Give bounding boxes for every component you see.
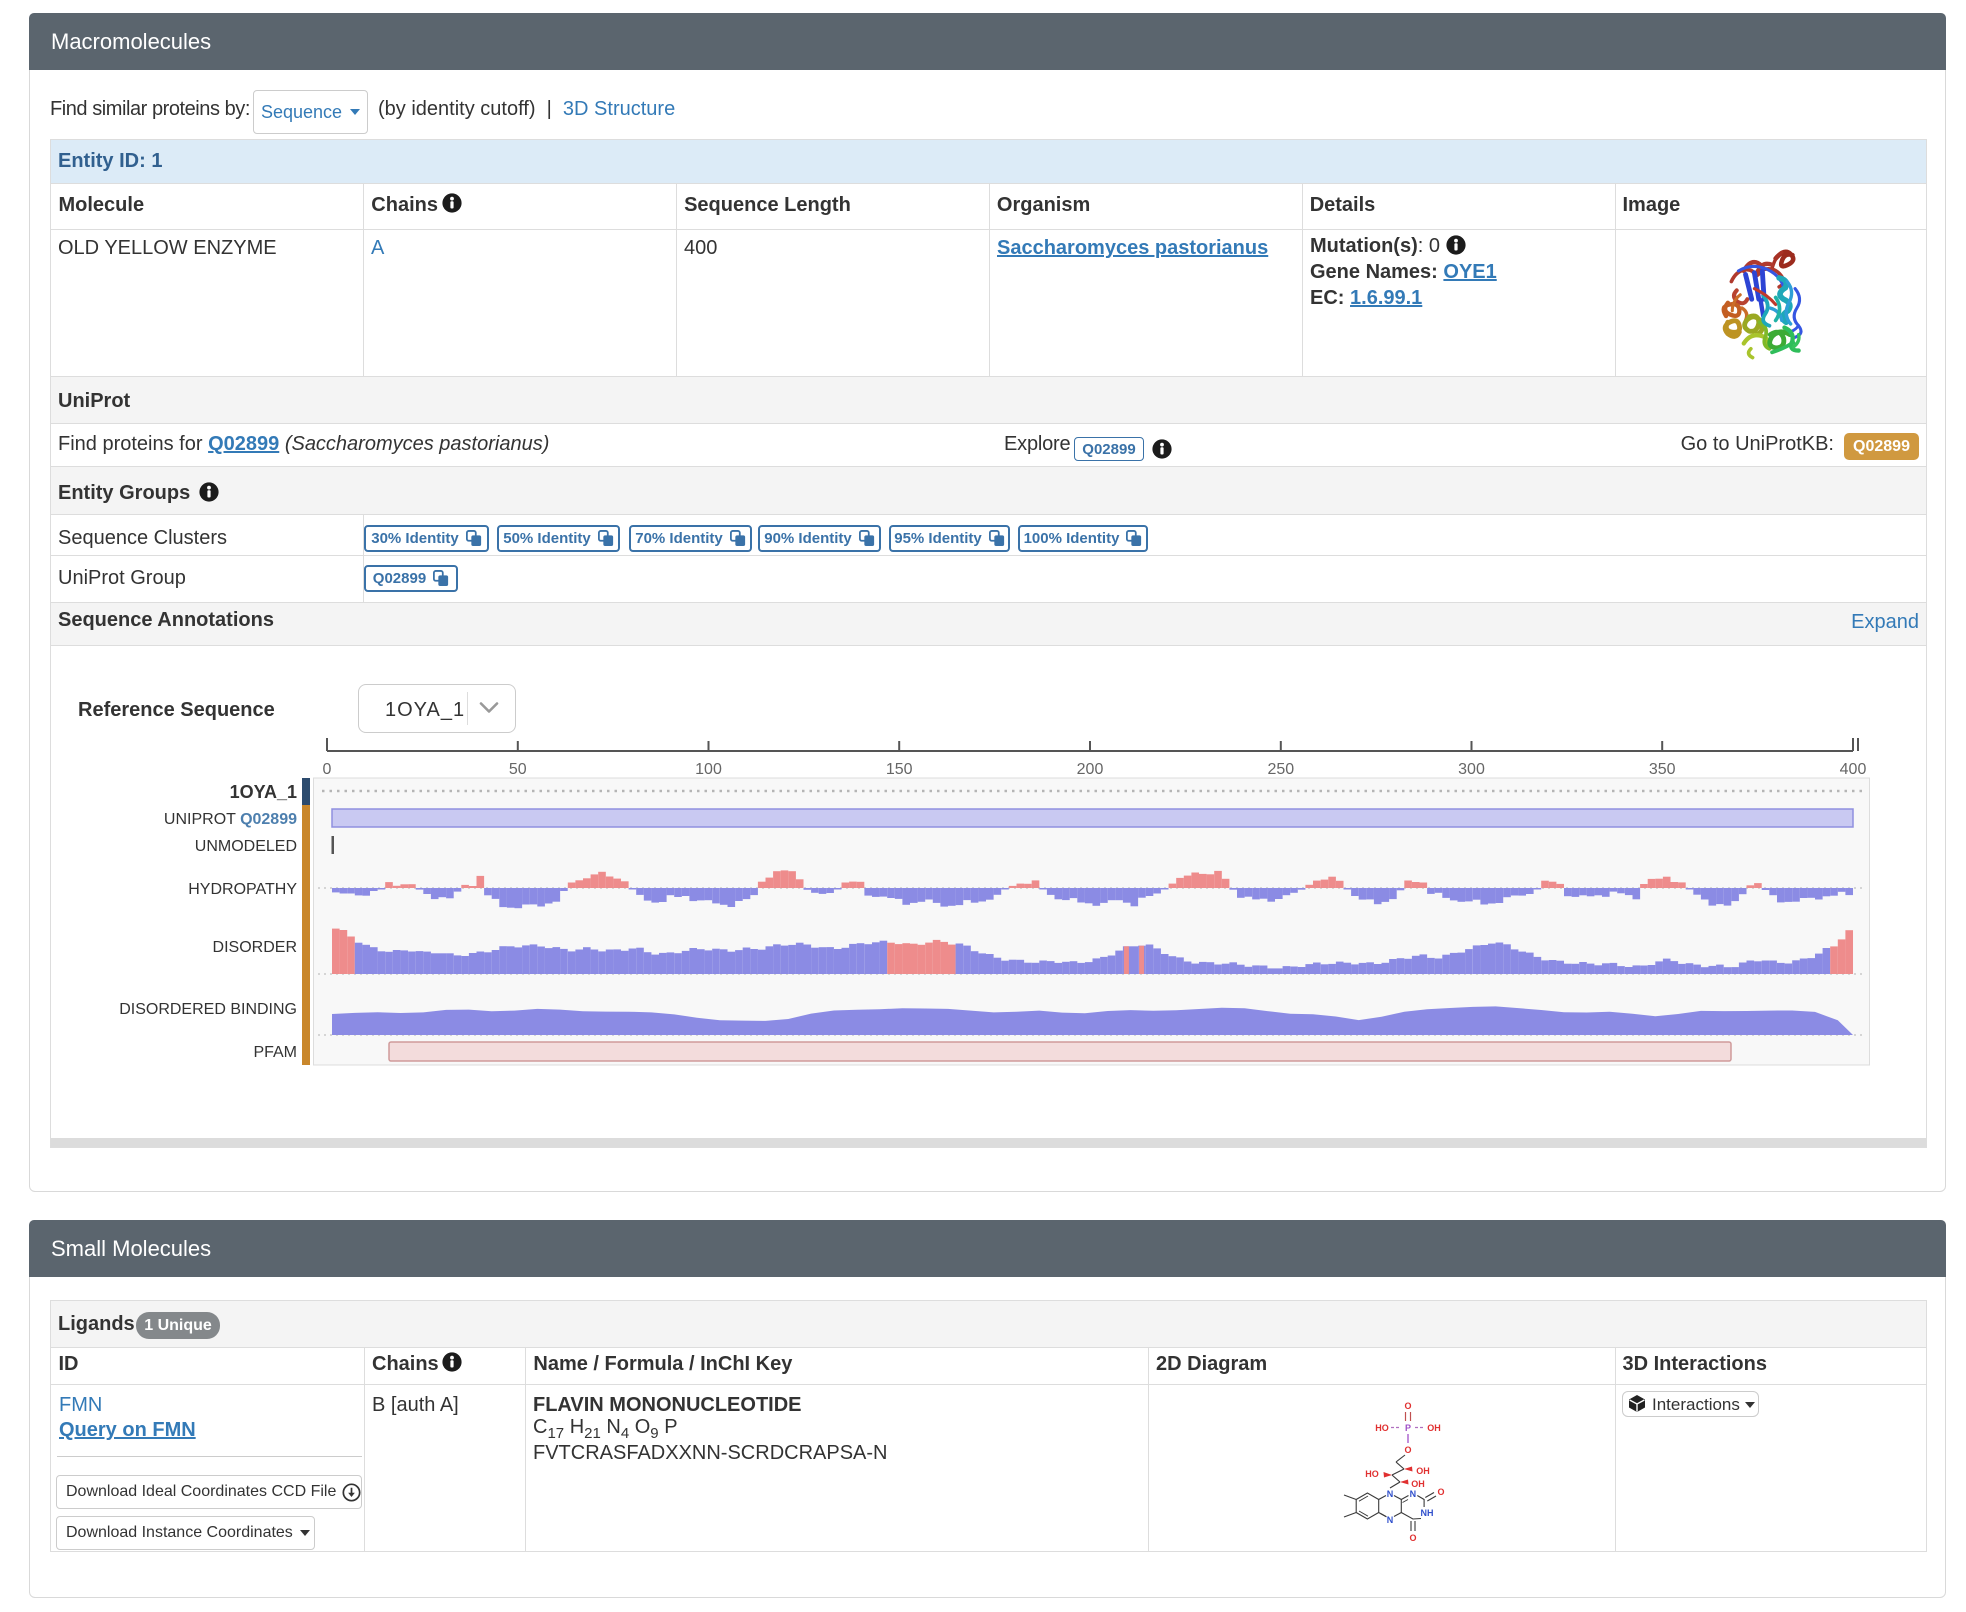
svg-text:N: N	[1410, 1489, 1417, 1499]
svg-text:DISORDERED BINDING: DISORDERED BINDING	[119, 1001, 297, 1018]
svg-text:N: N	[1387, 1515, 1394, 1525]
svg-text:OH: OH	[1411, 1479, 1425, 1489]
svg-text:HO: HO	[1375, 1423, 1389, 1433]
svg-text:100: 100	[695, 761, 722, 778]
svg-text:DISORDER: DISORDER	[213, 939, 297, 956]
svg-text:200: 200	[1077, 761, 1104, 778]
svg-text:O: O	[1404, 1401, 1411, 1411]
svg-text:350: 350	[1649, 761, 1676, 778]
svg-text:50: 50	[509, 761, 527, 778]
svg-text:0: 0	[323, 761, 332, 778]
svg-text:150: 150	[886, 761, 913, 778]
svg-text:1OYA_1: 1OYA_1	[230, 782, 297, 802]
svg-text:O: O	[1404, 1445, 1411, 1455]
svg-text:O: O	[1437, 1487, 1444, 1497]
svg-text:OH: OH	[1427, 1423, 1441, 1433]
svg-text:300: 300	[1458, 761, 1485, 778]
svg-text:N: N	[1387, 1489, 1394, 1499]
svg-text:NH: NH	[1421, 1508, 1434, 1518]
svg-text:O: O	[1409, 1533, 1416, 1543]
svg-text:OH: OH	[1416, 1466, 1430, 1476]
svg-text:UNIPROT Q02899: UNIPROT Q02899	[164, 811, 297, 828]
svg-text:HYDROPATHY: HYDROPATHY	[188, 881, 297, 898]
svg-text:P: P	[1405, 1423, 1411, 1433]
svg-text:HO: HO	[1365, 1469, 1379, 1479]
svg-text:PFAM: PFAM	[253, 1044, 297, 1061]
svg-text:400: 400	[1840, 761, 1867, 778]
svg-text:UNMODELED: UNMODELED	[195, 838, 297, 855]
svg-text:250: 250	[1267, 761, 1294, 778]
